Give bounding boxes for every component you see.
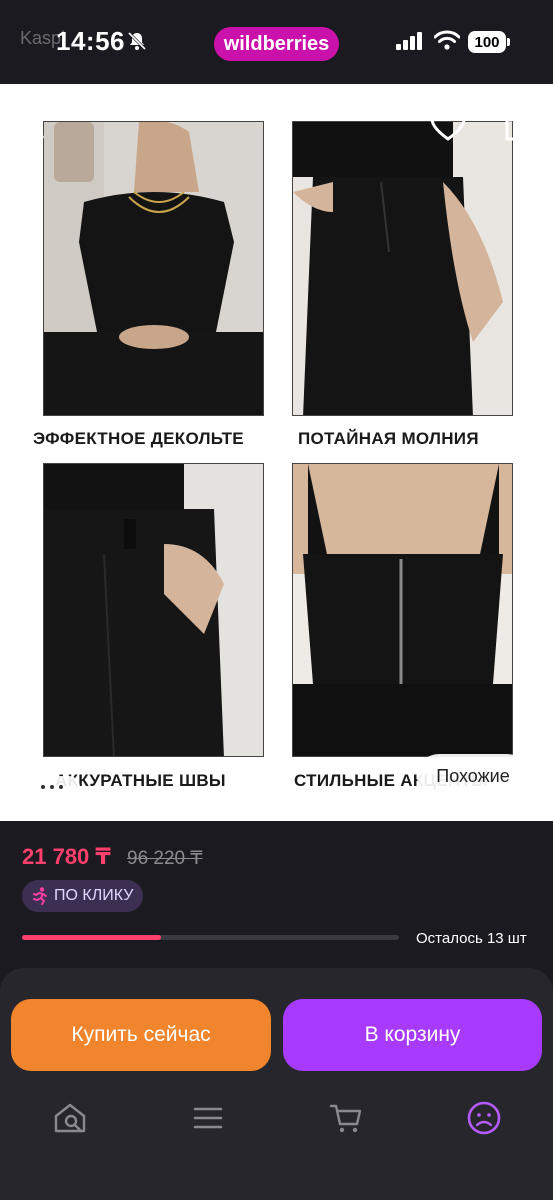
promo-label: ПО КЛИКУ bbox=[54, 887, 134, 904]
home-search-icon[interactable] bbox=[52, 1100, 88, 1136]
running-person-icon bbox=[33, 887, 47, 905]
wifi-icon bbox=[434, 30, 460, 50]
bell-muted-icon bbox=[127, 31, 147, 51]
back-chevron-icon[interactable] bbox=[22, 110, 52, 140]
more-dot-icon bbox=[41, 785, 45, 789]
more-options-button[interactable] bbox=[24, 776, 80, 798]
brand-logo: wildberries bbox=[214, 27, 339, 61]
add-to-cart-button[interactable]: В корзину bbox=[283, 999, 542, 1071]
status-time: 14:56 bbox=[56, 26, 125, 56]
caption-seams: АККУРАТНЫЕ ШВЫ bbox=[55, 771, 226, 790]
share-icon[interactable] bbox=[503, 106, 533, 142]
cart-icon[interactable] bbox=[328, 1100, 364, 1136]
cellular-signal-icon bbox=[396, 32, 422, 50]
promo-badge[interactable]: ПО КЛИКУ bbox=[22, 880, 144, 912]
caption-neckline: ЭФФЕКТНОЕ ДЕКОЛЬТЕ bbox=[33, 429, 244, 448]
product-photo-neckline bbox=[43, 121, 264, 416]
catalog-menu-icon[interactable] bbox=[190, 1100, 226, 1136]
stock-progress-bar bbox=[22, 935, 399, 940]
current-price: 21 780 ₸ bbox=[22, 844, 111, 869]
old-price: 96 220 ₸ bbox=[127, 848, 203, 869]
status-bar: Kaspi 14:56 wildberries 100 bbox=[0, 0, 553, 84]
caption-zipper: ПОТАЙНАЯ МОЛНИЯ bbox=[298, 429, 479, 448]
favorite-heart-icon[interactable] bbox=[430, 110, 466, 142]
product-photo-back bbox=[292, 463, 513, 757]
more-dot-icon bbox=[59, 785, 63, 789]
more-dot-icon bbox=[50, 785, 54, 789]
battery-indicator: 100 bbox=[468, 31, 510, 53]
stock-remaining: Осталось 13 шт bbox=[416, 930, 527, 947]
buy-now-button[interactable]: Купить сейчас bbox=[11, 999, 271, 1071]
stock-progress-fill bbox=[22, 935, 162, 940]
similar-items-button[interactable]: Похожие bbox=[417, 754, 529, 798]
profile-icon[interactable] bbox=[466, 1100, 502, 1136]
product-photo-seams bbox=[43, 463, 264, 757]
product-photo-zipper bbox=[292, 121, 513, 416]
